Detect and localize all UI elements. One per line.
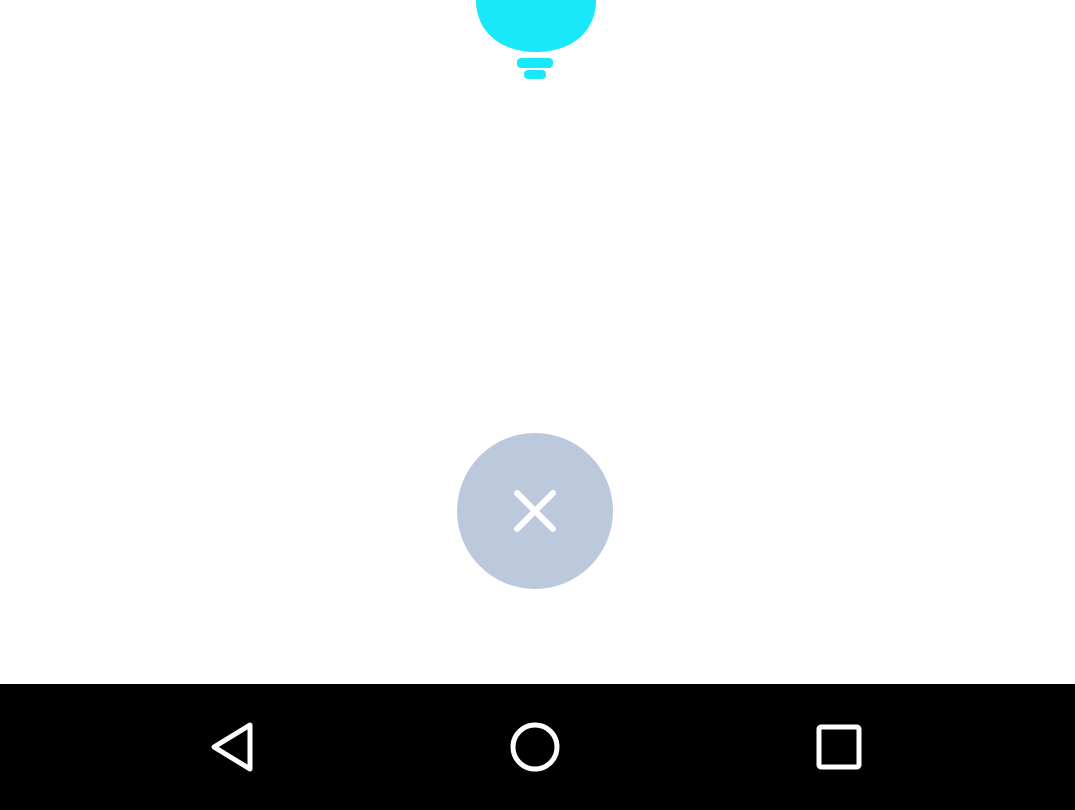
content-area: [0, 0, 1075, 684]
lightbulb-icon: [474, 0, 598, 92]
recents-square-icon: [816, 724, 862, 770]
back-button[interactable]: [174, 684, 294, 810]
navigation-bar: [0, 684, 1075, 810]
back-triangle-icon: [211, 722, 253, 772]
recents-button[interactable]: [779, 684, 899, 810]
close-button[interactable]: [457, 433, 613, 589]
home-circle-icon: [510, 722, 560, 772]
screen: [0, 0, 1075, 810]
close-icon: [514, 490, 556, 532]
home-button[interactable]: [475, 684, 595, 810]
